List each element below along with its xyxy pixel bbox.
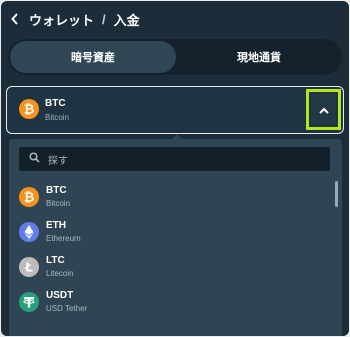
ethereum-icon <box>19 222 39 242</box>
tether-icon <box>19 292 39 312</box>
item-name: Bitcoin <box>46 199 71 208</box>
search-placeholder: 探す <box>48 155 68 167</box>
selected-symbol: BTC <box>45 98 66 109</box>
bitcoin-icon: ₿ <box>19 187 39 207</box>
search-input[interactable]: 探す <box>19 147 330 171</box>
item-symbol: BTC <box>46 185 67 196</box>
svg-text:Ł: Ł <box>24 261 33 275</box>
bitcoin-icon: ₿ <box>19 99 39 119</box>
breadcrumb-wallet[interactable]: ウォレット <box>29 10 94 29</box>
tab-crypto[interactable]: 暗号資産 <box>10 41 176 73</box>
list-item-btc[interactable]: ₿ BTC Bitcoin <box>9 179 335 214</box>
svg-text:₿: ₿ <box>24 103 35 118</box>
deposit-panel: ウォレット / 入金 暗号資産 現地通貨 ₿ BTC Bitcoin 探す ₿ … <box>1 1 349 336</box>
item-symbol: ETH <box>46 220 66 231</box>
scrollbar[interactable] <box>335 181 338 207</box>
breadcrumb-separator: / <box>102 11 106 27</box>
breadcrumb: ウォレット / 入金 <box>11 10 140 28</box>
tab-fiat[interactable]: 現地通貨 <box>178 41 340 73</box>
asset-type-tabs: 暗号資産 現地通貨 <box>8 39 342 75</box>
selected-name: Bitcoin <box>45 113 70 122</box>
currency-select[interactable]: ₿ BTC Bitcoin <box>6 86 344 134</box>
list-item-usdt[interactable]: USDT USD Tether <box>9 284 335 319</box>
chevron-up-icon <box>318 101 329 119</box>
list-item-ltc[interactable]: Ł LTC Litecoin <box>9 249 335 284</box>
item-name: Litecoin <box>46 269 74 278</box>
breadcrumb-current: 入金 <box>113 12 140 28</box>
chevron-left-icon[interactable] <box>11 13 21 25</box>
collapse-button[interactable] <box>306 89 341 130</box>
list-item-eth[interactable]: ETH Ethereum <box>9 214 335 249</box>
svg-text:₿: ₿ <box>24 191 35 206</box>
item-symbol: USDT <box>46 290 74 301</box>
currency-list: ₿ BTC Bitcoin ETH Ethereum Ł LTC Litecoi… <box>9 179 335 319</box>
currency-dropdown: 探す ₿ BTC Bitcoin ETH Ethereum Ł LTC Lite… <box>9 139 342 336</box>
litecoin-icon: Ł <box>19 257 39 277</box>
search-icon <box>29 150 40 168</box>
item-name: Ethereum <box>46 234 81 243</box>
item-symbol: LTC <box>46 255 65 266</box>
item-name: USD Tether <box>46 304 88 313</box>
